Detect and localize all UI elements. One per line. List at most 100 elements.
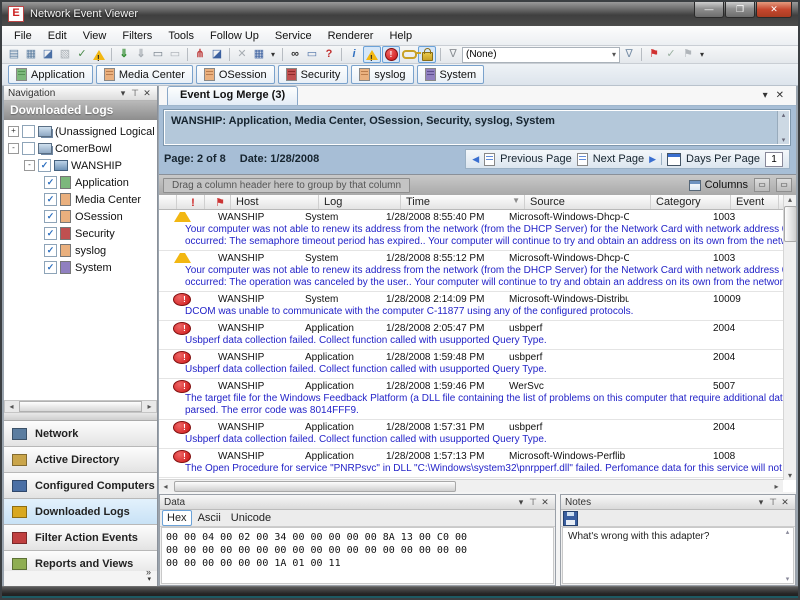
tree-horizontal-scrollbar[interactable]: ◂ ▸	[4, 400, 157, 413]
table-row[interactable]: !WANSHIPApplication1/28/2008 1:57:13 PMM…	[159, 449, 783, 478]
doc-dropdown-icon[interactable]: ▾	[759, 87, 772, 105]
tab-security[interactable]: Security	[278, 65, 349, 84]
scroll-up-icon[interactable]: ▴	[786, 528, 790, 536]
scrollbar-thumb[interactable]	[19, 401, 142, 412]
tab-syslog[interactable]: syslog	[351, 65, 413, 84]
title-bar[interactable]: E Network Event Viewer — ❐ ✕	[2, 2, 798, 26]
download-selected-icon[interactable]: ⇓	[133, 47, 149, 62]
scrollbar-thumb[interactable]	[784, 206, 797, 242]
tree-item-unassigned[interactable]: + (Unassigned Logical Group	[4, 123, 157, 140]
properties-icon[interactable]: ▧	[57, 47, 73, 62]
sidebar-item-configured-computers[interactable]: Configured Computers	[4, 473, 157, 499]
category-column-header[interactable]: Category	[651, 195, 731, 209]
menu-help[interactable]: Help	[381, 28, 420, 44]
alerts-icon[interactable]: !	[91, 47, 107, 62]
scroll-right-icon[interactable]: ▸	[770, 482, 783, 491]
flag-column-header[interactable]: ⚑	[205, 195, 231, 209]
columns-button[interactable]: Columns	[689, 179, 748, 191]
collapse-icon[interactable]: -	[24, 160, 35, 171]
data-close-icon[interactable]: ✕	[539, 497, 551, 508]
duplicate-icon[interactable]: ▭	[167, 47, 183, 62]
scroll-up-icon[interactable]: ▴	[782, 111, 786, 119]
scroll-left-icon[interactable]: ◂	[5, 402, 18, 411]
more-buttons-icon[interactable]: »	[146, 568, 151, 576]
download-logs-icon[interactable]: ⇓	[116, 47, 132, 62]
tab-media-center[interactable]: Media Center	[96, 65, 193, 84]
notes-dropdown-icon[interactable]: ▾	[755, 497, 767, 508]
grid-vertical-scrollbar[interactable]: ▴ ▾	[783, 195, 796, 480]
errors-filter-icon[interactable]: !	[382, 46, 400, 63]
scroll-up-icon[interactable]: ▴	[788, 195, 792, 204]
expand-icon[interactable]: +	[8, 126, 19, 137]
previous-page-button[interactable]: Previous Page	[500, 153, 572, 165]
menu-view[interactable]: View	[75, 28, 115, 44]
lock-icon[interactable]	[418, 46, 436, 63]
menu-edit[interactable]: Edit	[40, 28, 75, 44]
flag-gray-icon[interactable]: ⚑	[680, 47, 696, 62]
collapse-panel-icon[interactable]: ▭	[754, 178, 770, 192]
close-button[interactable]: ✕	[756, 2, 792, 18]
note-text[interactable]: What's wrong with this adapter?	[563, 528, 793, 545]
tab-application[interactable]: Application	[8, 65, 93, 84]
checkbox-osession[interactable]: ✓	[44, 210, 57, 223]
footer-dropdown-icon[interactable]: ▾	[147, 576, 151, 584]
copy-results-icon[interactable]: ▭	[304, 47, 320, 62]
scroll-down-icon[interactable]: ▾	[786, 575, 790, 583]
notes-scrollbar[interactable]: ▴ ▾	[782, 528, 793, 583]
checkbox-media-center[interactable]: ✓	[44, 193, 57, 206]
scroll-down-icon[interactable]: ▾	[788, 471, 792, 480]
tab-hex[interactable]: Hex	[162, 510, 192, 526]
table-row[interactable]: !WANSHIPApplication1/28/2008 1:59:46 PMW…	[159, 379, 783, 420]
warnings-filter-icon[interactable]: !	[363, 46, 381, 63]
flag-red-icon[interactable]: ⚑	[646, 47, 662, 62]
help-icon[interactable]: ?	[321, 47, 337, 62]
new-log-source-icon[interactable]: ▤	[6, 47, 22, 62]
notes-close-icon[interactable]: ✕	[779, 497, 791, 508]
source-column-header[interactable]: Source	[525, 195, 651, 209]
sidebar-item-filter-action-events[interactable]: Filter Action Events	[4, 525, 157, 551]
tree-item-application[interactable]: ✓ Application	[4, 174, 157, 191]
sidebar-item-network[interactable]: Network	[4, 421, 157, 447]
panel-splitter[interactable]	[4, 413, 157, 421]
tab-unicode[interactable]: Unicode	[227, 511, 275, 525]
toolbar-overflow2-icon[interactable]: ▾	[697, 47, 707, 62]
menu-service[interactable]: Service	[267, 28, 320, 44]
group-by-bar[interactable]: Drag a column header here to group by th…	[159, 175, 796, 195]
scroll-down-icon[interactable]: ▾	[782, 136, 786, 144]
tree-item-osession[interactable]: ✓ OSession	[4, 208, 157, 225]
scrollbar-thumb[interactable]	[174, 481, 456, 492]
toolbar-overflow-icon[interactable]: ▾	[268, 47, 278, 62]
log-column-header[interactable]: Log	[319, 195, 401, 209]
merge-logs-icon[interactable]: ⋔	[192, 47, 208, 62]
scroll-right-icon[interactable]: ▸	[143, 402, 156, 411]
confirm-check-icon[interactable]: ✓	[663, 47, 679, 62]
doc-close-icon[interactable]: ✕	[772, 87, 788, 105]
filter-funnel-icon[interactable]: ∇	[445, 47, 461, 62]
edit-computer-icon[interactable]: ◪	[40, 47, 56, 62]
table-row[interactable]: !WANSHIPSystem1/28/2008 8:55:40 PMMicros…	[159, 210, 783, 251]
next-page-icon[interactable]	[577, 153, 588, 166]
tab-ascii[interactable]: Ascii	[194, 511, 225, 525]
checkbox-unassigned[interactable]	[22, 125, 35, 138]
edit-check-icon[interactable]: ✓	[74, 47, 90, 62]
previous-page-icon[interactable]	[484, 153, 495, 166]
first-page-icon[interactable]: ◀	[472, 154, 479, 165]
tree-item-system[interactable]: ✓ System	[4, 259, 157, 276]
data-pin-icon[interactable]: ⊤	[527, 497, 539, 508]
next-page-button[interactable]: Next Page	[593, 153, 644, 165]
checkbox-application[interactable]: ✓	[44, 176, 57, 189]
key-icon[interactable]	[401, 47, 417, 62]
tree-item-comerbowl[interactable]: - ComerBowl	[4, 140, 157, 157]
merge-box-scrollbar[interactable]: ▴ ▾	[777, 111, 789, 144]
grid-horizontal-scrollbar[interactable]: ◂ ▸	[159, 479, 783, 492]
notes-pin-icon[interactable]: ⊤	[767, 497, 779, 508]
notes-editor[interactable]: What's wrong with this adapter? ▴ ▾	[562, 527, 794, 584]
collapse-icon[interactable]: -	[8, 143, 19, 154]
event-column-header[interactable]: Event	[731, 195, 779, 209]
menu-filters[interactable]: Filters	[114, 28, 160, 44]
nav-close-icon[interactable]: ✕	[141, 88, 153, 99]
tab-system[interactable]: System	[417, 65, 485, 84]
tree-item-wanship[interactable]: - ✓ WANSHIP	[4, 157, 157, 174]
tree-item-media-center[interactable]: ✓ Media Center	[4, 191, 157, 208]
table-row[interactable]: !WANSHIPSystem1/28/2008 8:55:12 PMMicros…	[159, 251, 783, 292]
